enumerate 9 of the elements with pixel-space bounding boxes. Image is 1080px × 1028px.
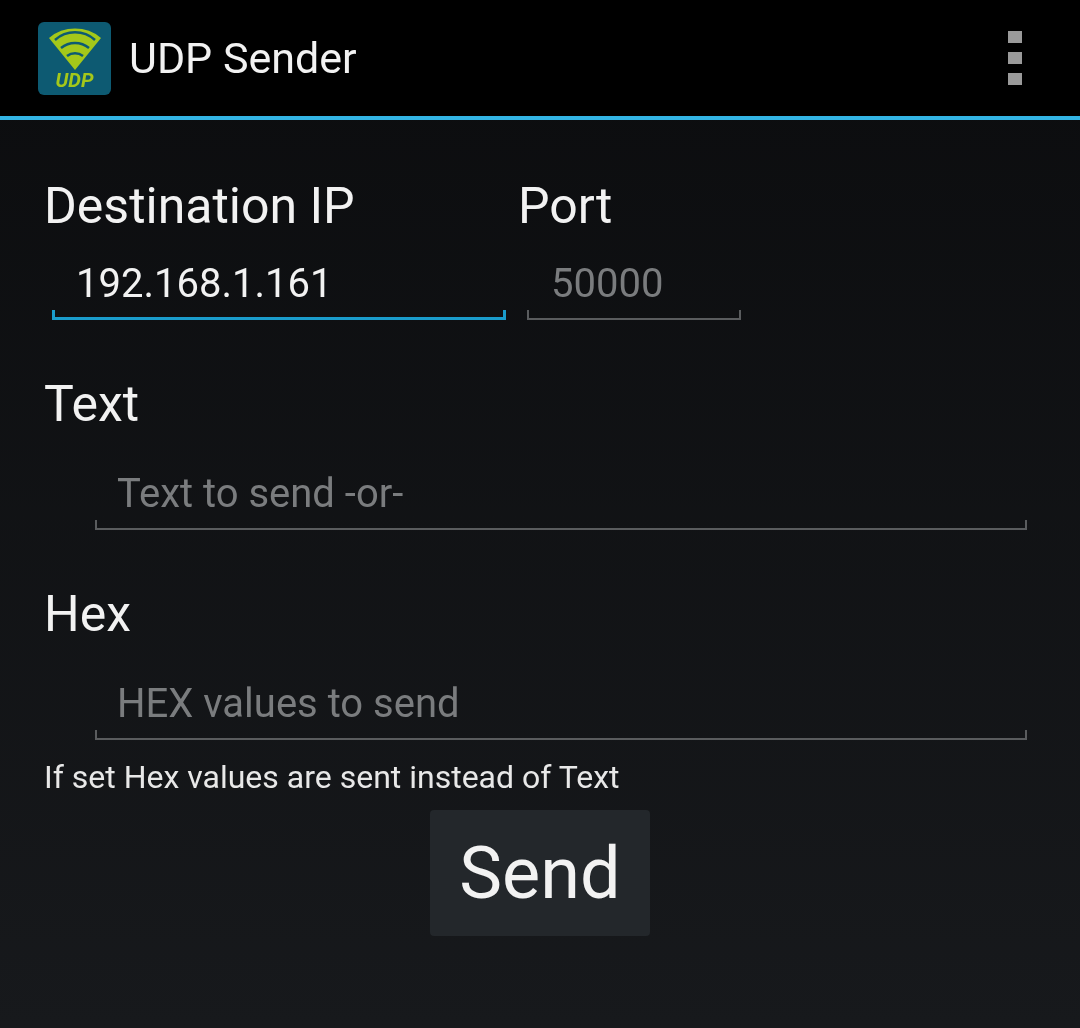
text-label: Text bbox=[44, 374, 140, 434]
send-button[interactable]: Send bbox=[430, 810, 650, 936]
hex-label: Hex bbox=[44, 584, 131, 644]
destination-ip-label: Destination IP bbox=[44, 176, 355, 236]
logo-text: UDP bbox=[55, 69, 94, 90]
hex-hint: If set Hex values are sent instead of Text bbox=[44, 758, 620, 796]
overflow-menu-icon[interactable] bbox=[1008, 31, 1022, 85]
port-label: Port bbox=[518, 176, 613, 236]
app-title: UDP Sender bbox=[129, 33, 358, 83]
